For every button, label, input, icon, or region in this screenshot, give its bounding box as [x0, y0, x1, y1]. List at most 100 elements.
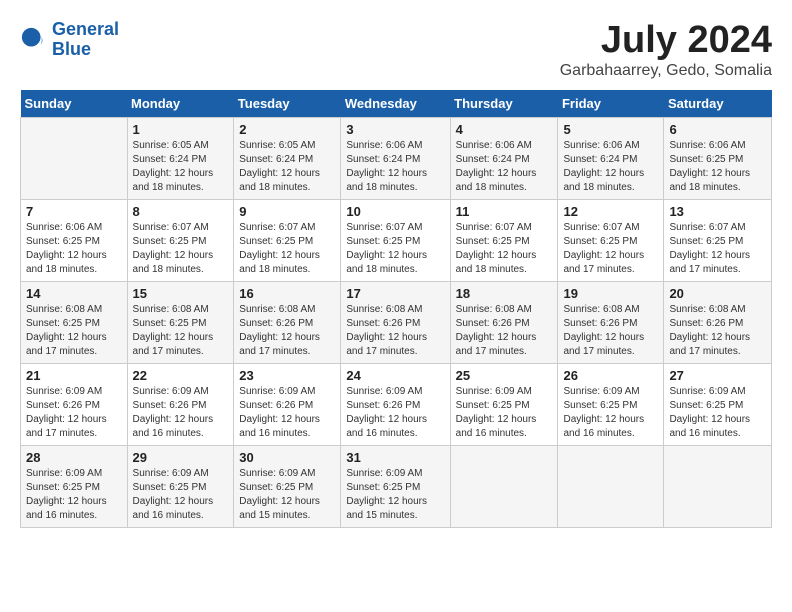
- day-number: 26: [563, 368, 658, 383]
- day-number: 3: [346, 122, 444, 137]
- calendar-cell: 11 Sunrise: 6:07 AM Sunset: 6:25 PM Dayli…: [450, 199, 558, 281]
- day-number: 9: [239, 204, 335, 219]
- day-number: 22: [133, 368, 229, 383]
- day-number: 6: [669, 122, 766, 137]
- calendar-week-row: 1 Sunrise: 6:05 AM Sunset: 6:24 PM Daylig…: [21, 117, 772, 199]
- calendar-cell: 15 Sunrise: 6:08 AM Sunset: 6:25 PM Dayli…: [127, 281, 234, 363]
- calendar-cell: 3 Sunrise: 6:06 AM Sunset: 6:24 PM Daylig…: [341, 117, 450, 199]
- day-info: Sunrise: 6:07 AM Sunset: 6:25 PM Dayligh…: [456, 221, 553, 277]
- calendar-cell: 8 Sunrise: 6:07 AM Sunset: 6:25 PM Daylig…: [127, 199, 234, 281]
- calendar-cell: 22 Sunrise: 6:09 AM Sunset: 6:26 PM Dayli…: [127, 363, 234, 445]
- calendar-cell: 13 Sunrise: 6:07 AM Sunset: 6:25 PM Dayli…: [664, 199, 772, 281]
- calendar-cell: 14 Sunrise: 6:08 AM Sunset: 6:25 PM Dayli…: [21, 281, 128, 363]
- calendar-cell: 6 Sunrise: 6:06 AM Sunset: 6:25 PM Daylig…: [664, 117, 772, 199]
- month-year: July 2024: [560, 20, 772, 62]
- calendar-cell: 28 Sunrise: 6:09 AM Sunset: 6:25 PM Dayli…: [21, 445, 128, 527]
- logo-line2: Blue: [52, 39, 91, 59]
- day-number: 27: [669, 368, 766, 383]
- calendar-cell: 19 Sunrise: 6:08 AM Sunset: 6:26 PM Dayli…: [558, 281, 664, 363]
- header-tuesday: Tuesday: [234, 90, 341, 118]
- logo-icon: [20, 26, 48, 54]
- calendar-header-row: SundayMondayTuesdayWednesdayThursdayFrid…: [21, 90, 772, 118]
- day-info: Sunrise: 6:08 AM Sunset: 6:25 PM Dayligh…: [26, 303, 122, 359]
- calendar-cell: 21Sunrise: 6:09 AM Sunset: 6:26 PM Dayli…: [21, 363, 128, 445]
- day-info: Sunrise: 6:09 AM Sunset: 6:25 PM Dayligh…: [26, 467, 122, 523]
- day-info: Sunrise: 6:07 AM Sunset: 6:25 PM Dayligh…: [133, 221, 229, 277]
- day-info: Sunrise: 6:09 AM Sunset: 6:26 PM Dayligh…: [26, 385, 122, 441]
- day-number: 2: [239, 122, 335, 137]
- day-info: Sunrise: 6:09 AM Sunset: 6:25 PM Dayligh…: [239, 467, 335, 523]
- header-monday: Monday: [127, 90, 234, 118]
- calendar-cell: 23Sunrise: 6:09 AM Sunset: 6:26 PM Dayli…: [234, 363, 341, 445]
- day-number: 31: [346, 450, 444, 465]
- day-number: 4: [456, 122, 553, 137]
- calendar-cell: 10 Sunrise: 6:07 AM Sunset: 6:25 PM Dayli…: [341, 199, 450, 281]
- day-info: Sunrise: 6:06 AM Sunset: 6:24 PM Dayligh…: [346, 139, 444, 195]
- calendar-week-row: 7Sunrise: 6:06 AM Sunset: 6:25 PM Daylig…: [21, 199, 772, 281]
- day-info: Sunrise: 6:09 AM Sunset: 6:26 PM Dayligh…: [133, 385, 229, 441]
- calendar-cell: 18Sunrise: 6:08 AM Sunset: 6:26 PM Dayli…: [450, 281, 558, 363]
- day-info: Sunrise: 6:08 AM Sunset: 6:26 PM Dayligh…: [239, 303, 335, 359]
- day-info: Sunrise: 6:08 AM Sunset: 6:26 PM Dayligh…: [346, 303, 444, 359]
- day-number: 25: [456, 368, 553, 383]
- calendar-cell: [664, 445, 772, 527]
- calendar-cell: 24Sunrise: 6:09 AM Sunset: 6:26 PM Dayli…: [341, 363, 450, 445]
- header-friday: Friday: [558, 90, 664, 118]
- calendar-week-row: 28 Sunrise: 6:09 AM Sunset: 6:25 PM Dayli…: [21, 445, 772, 527]
- day-info: Sunrise: 6:07 AM Sunset: 6:25 PM Dayligh…: [669, 221, 766, 277]
- location: Garbahaarrey, Gedo, Somalia: [560, 62, 772, 80]
- calendar-cell: 27Sunrise: 6:09 AM Sunset: 6:25 PM Dayli…: [664, 363, 772, 445]
- calendar-cell: 29 Sunrise: 6:09 AM Sunset: 6:25 PM Dayli…: [127, 445, 234, 527]
- day-number: 14: [26, 286, 122, 301]
- calendar-cell: 25 Sunrise: 6:09 AM Sunset: 6:25 PM Dayli…: [450, 363, 558, 445]
- calendar-cell: 20Sunrise: 6:08 AM Sunset: 6:26 PM Dayli…: [664, 281, 772, 363]
- day-number: 8: [133, 204, 229, 219]
- day-number: 13: [669, 204, 766, 219]
- day-info: Sunrise: 6:07 AM Sunset: 6:25 PM Dayligh…: [239, 221, 335, 277]
- calendar-cell: 31Sunrise: 6:09 AM Sunset: 6:25 PM Dayli…: [341, 445, 450, 527]
- day-number: 30: [239, 450, 335, 465]
- logo-line1: General: [52, 19, 119, 39]
- day-number: 11: [456, 204, 553, 219]
- day-number: 19: [563, 286, 658, 301]
- title-block: July 2024 Garbahaarrey, Gedo, Somalia: [560, 20, 772, 80]
- day-info: Sunrise: 6:06 AM Sunset: 6:24 PM Dayligh…: [456, 139, 553, 195]
- day-info: Sunrise: 6:09 AM Sunset: 6:25 PM Dayligh…: [133, 467, 229, 523]
- day-info: Sunrise: 6:07 AM Sunset: 6:25 PM Dayligh…: [346, 221, 444, 277]
- day-number: 1: [133, 122, 229, 137]
- day-number: 29: [133, 450, 229, 465]
- day-number: 28: [26, 450, 122, 465]
- day-info: Sunrise: 6:09 AM Sunset: 6:25 PM Dayligh…: [456, 385, 553, 441]
- logo: General Blue: [20, 20, 119, 60]
- calendar-cell: 17Sunrise: 6:08 AM Sunset: 6:26 PM Dayli…: [341, 281, 450, 363]
- day-info: Sunrise: 6:07 AM Sunset: 6:25 PM Dayligh…: [563, 221, 658, 277]
- logo-text: General Blue: [52, 20, 119, 60]
- day-info: Sunrise: 6:08 AM Sunset: 6:26 PM Dayligh…: [669, 303, 766, 359]
- header-saturday: Saturday: [664, 90, 772, 118]
- day-number: 5: [563, 122, 658, 137]
- day-info: Sunrise: 6:05 AM Sunset: 6:24 PM Dayligh…: [133, 139, 229, 195]
- calendar-cell: 4 Sunrise: 6:06 AM Sunset: 6:24 PM Daylig…: [450, 117, 558, 199]
- day-info: Sunrise: 6:08 AM Sunset: 6:26 PM Dayligh…: [563, 303, 658, 359]
- day-number: 15: [133, 286, 229, 301]
- calendar-week-row: 21Sunrise: 6:09 AM Sunset: 6:26 PM Dayli…: [21, 363, 772, 445]
- calendar-cell: 16Sunrise: 6:08 AM Sunset: 6:26 PM Dayli…: [234, 281, 341, 363]
- day-info: Sunrise: 6:09 AM Sunset: 6:26 PM Dayligh…: [346, 385, 444, 441]
- calendar-cell: 30 Sunrise: 6:09 AM Sunset: 6:25 PM Dayli…: [234, 445, 341, 527]
- calendar-cell: 26 Sunrise: 6:09 AM Sunset: 6:25 PM Dayli…: [558, 363, 664, 445]
- calendar-week-row: 14 Sunrise: 6:08 AM Sunset: 6:25 PM Dayli…: [21, 281, 772, 363]
- day-info: Sunrise: 6:09 AM Sunset: 6:25 PM Dayligh…: [563, 385, 658, 441]
- calendar-cell: 5Sunrise: 6:06 AM Sunset: 6:24 PM Daylig…: [558, 117, 664, 199]
- day-info: Sunrise: 6:08 AM Sunset: 6:25 PM Dayligh…: [133, 303, 229, 359]
- day-info: Sunrise: 6:08 AM Sunset: 6:26 PM Dayligh…: [456, 303, 553, 359]
- calendar-cell: [21, 117, 128, 199]
- calendar-cell: [558, 445, 664, 527]
- calendar-cell: 2Sunrise: 6:05 AM Sunset: 6:24 PM Daylig…: [234, 117, 341, 199]
- calendar-cell: [450, 445, 558, 527]
- header-wednesday: Wednesday: [341, 90, 450, 118]
- day-number: 7: [26, 204, 122, 219]
- day-info: Sunrise: 6:06 AM Sunset: 6:25 PM Dayligh…: [669, 139, 766, 195]
- day-info: Sunrise: 6:09 AM Sunset: 6:26 PM Dayligh…: [239, 385, 335, 441]
- calendar-cell: 1 Sunrise: 6:05 AM Sunset: 6:24 PM Daylig…: [127, 117, 234, 199]
- day-number: 10: [346, 204, 444, 219]
